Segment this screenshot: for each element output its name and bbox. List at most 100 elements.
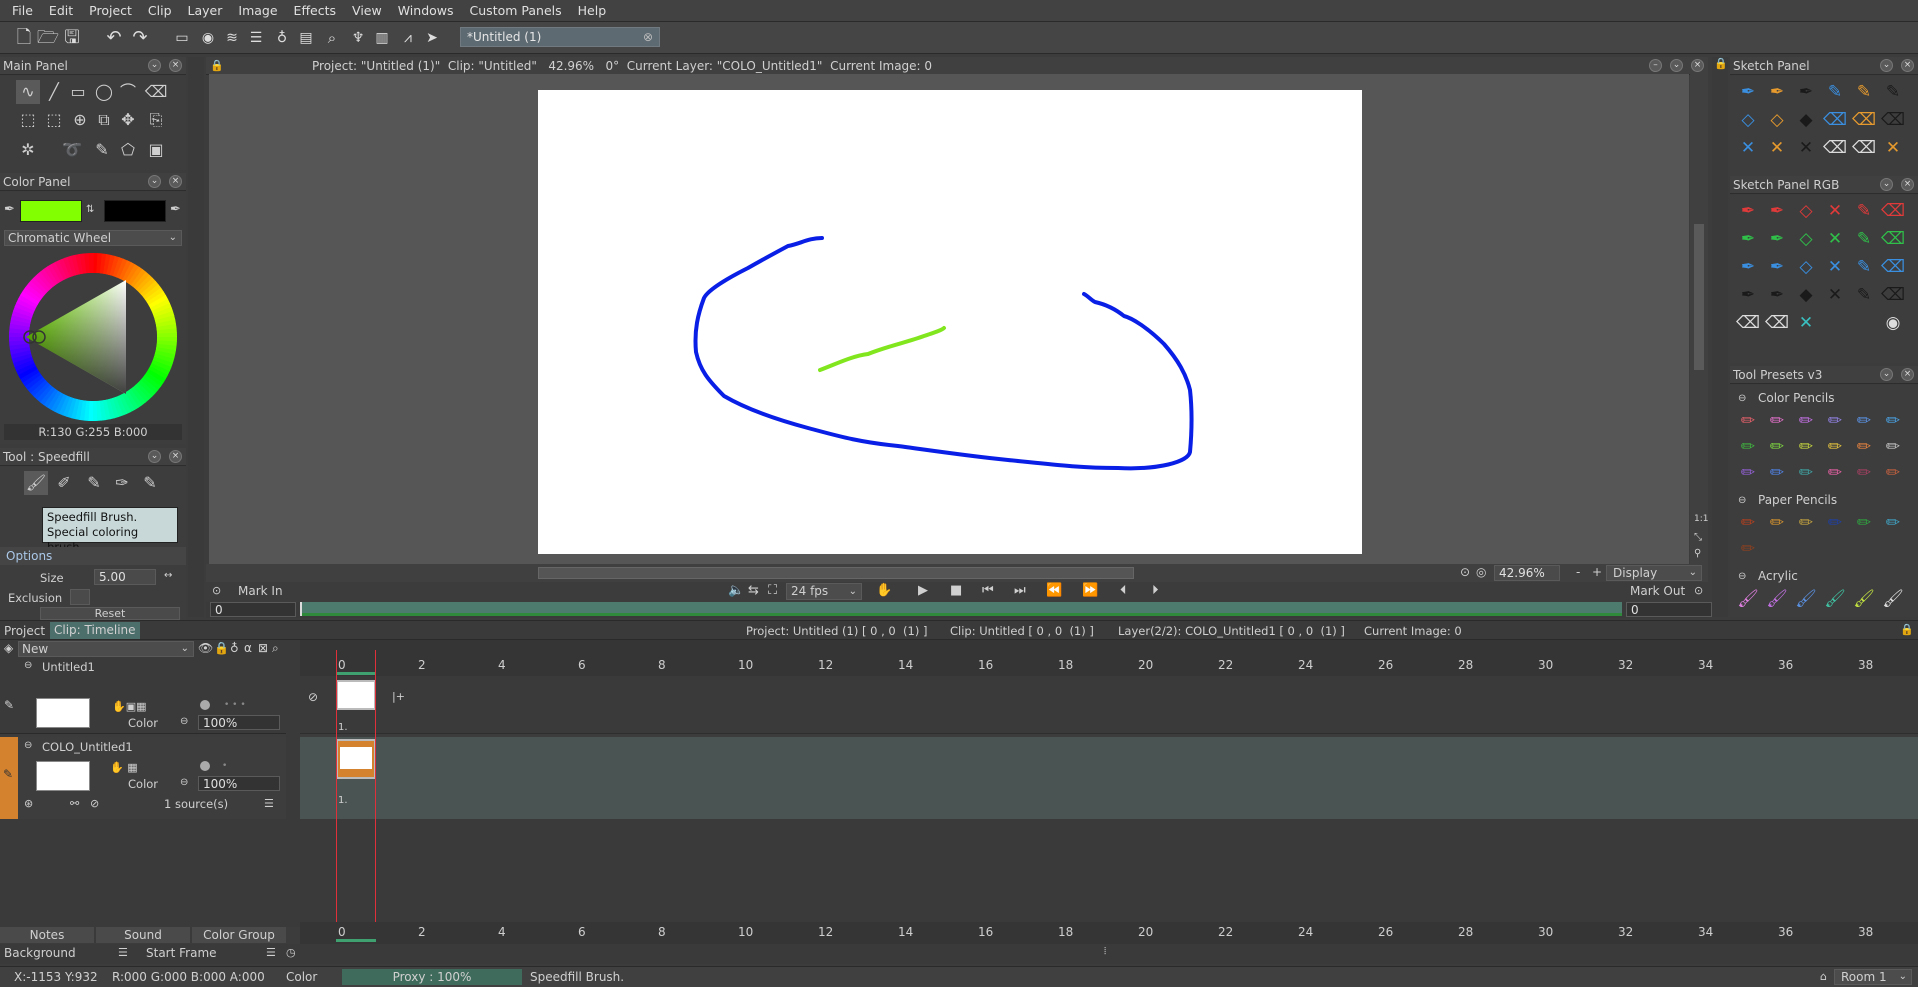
layer-stack-icon[interactable]: ◈ (4, 641, 13, 655)
light-icon[interactable]: ♁ (270, 26, 294, 50)
menu-windows[interactable]: Windows (390, 0, 462, 22)
zoom-input[interactable]: 42.96% (1494, 565, 1560, 581)
save-icon[interactable]: 🖫 (60, 26, 84, 50)
sketch-brush-icon[interactable]: ✎ (1823, 80, 1847, 104)
swap-colors-icon[interactable]: ⇅ (86, 204, 94, 215)
frame-track-1[interactable]: ⊘ |+ 1. (300, 676, 1918, 734)
layer-visibility-dot[interactable] (200, 700, 210, 710)
brush-tool-icon[interactable]: ∿ (16, 80, 40, 104)
alpha-icon[interactable]: α (244, 641, 252, 655)
color-pencil-icon[interactable]: ✏ (1852, 409, 1876, 433)
sketch-rgb-empty-slot[interactable] (1852, 311, 1876, 335)
panel-menu-icon[interactable]: ⌄ (148, 175, 161, 188)
color-wheel-icon[interactable]: ◉ (196, 26, 220, 50)
layer-opacity-input[interactable]: 100% (198, 715, 280, 730)
sketch-rgb-brush-icon[interactable]: ✎ (1852, 283, 1876, 307)
bezier-tool-icon[interactable]: ⌒ (116, 80, 140, 104)
fill-brush-icon[interactable]: ✐ (52, 471, 76, 495)
graph-icon[interactable]: ⩘ (396, 26, 420, 50)
collapse-icon[interactable]: ⊖ (24, 660, 32, 671)
fps-dropdown[interactable]: 24 fps ⌄ (786, 583, 862, 600)
frame-track-2[interactable]: 1. (300, 737, 1918, 819)
layer-row[interactable]: ✎ ✋▣▦ • • • Color ⊖ 100% (0, 676, 286, 734)
camera-tool-icon[interactable]: ⎘ (144, 108, 168, 132)
line-tool-icon[interactable]: ╱ (42, 80, 66, 104)
sketch-eraser-icon[interactable]: ⌫ (1852, 136, 1876, 160)
tab-color-group[interactable]: Color Group (192, 927, 286, 943)
stop-icon[interactable]: ■ (950, 583, 962, 598)
display-dropdown[interactable]: Display ⌄ (1606, 565, 1702, 581)
sketch-rgb-clear-icon[interactable]: ✕ (1823, 199, 1847, 223)
panel-menu-icon[interactable]: ⌄ (1880, 368, 1893, 381)
new-layer-dropdown[interactable]: New ⌄ (18, 641, 194, 657)
secondary-color-swatch[interactable] (104, 200, 166, 222)
panel-menu-icon[interactable]: ⌄ (148, 450, 161, 463)
layer-tools-icon[interactable]: ✋ ▦ (110, 761, 138, 774)
acrylic-brush-icon[interactable]: 🖌 (1765, 587, 1789, 611)
speedfill-brush-icon[interactable]: 🖌 (24, 471, 48, 495)
undo-icon[interactable]: ↶ (102, 26, 126, 50)
color-pencil-icon[interactable]: ✏ (1765, 409, 1789, 433)
empty-frame-icon[interactable]: ⊘ (308, 690, 318, 704)
right-splitter[interactable]: 🔒 (1712, 57, 1728, 617)
open-folder-icon[interactable]: 🗁 (36, 26, 60, 50)
previous-key-icon[interactable]: ⏪ (1046, 583, 1062, 598)
zoom-in-button[interactable]: + (1592, 565, 1602, 579)
extend-frame-icon[interactable]: |+ (392, 690, 405, 703)
tab-project[interactable]: Project (4, 624, 45, 638)
lock-icon[interactable]: 🔒 (214, 641, 229, 655)
lock-icon[interactable]: 🔒 (1900, 623, 1914, 636)
panel-close-icon[interactable]: × (1901, 368, 1914, 381)
time-slider[interactable] (300, 602, 1622, 616)
pencil-tool-icon[interactable]: ✎ (90, 138, 114, 162)
sketch-rgb-fill-icon[interactable]: ◇ (1794, 227, 1818, 251)
menu-effects[interactable]: Effects (286, 0, 345, 22)
lock-icon[interactable]: 🔒 (210, 57, 224, 75)
sketch-rgb-pen-icon[interactable]: ✒ (1736, 283, 1760, 307)
sketch-rgb-clear-icon[interactable]: ✕ (1823, 283, 1847, 307)
options-header[interactable]: Options (0, 547, 186, 565)
menu-layer[interactable]: Layer (180, 0, 231, 22)
layer-name[interactable]: COLO_Untitled1 (42, 740, 133, 754)
color-pencil-icon[interactable]: ✏ (1823, 461, 1847, 485)
collapse-icon[interactable]: ⊖ (24, 740, 32, 751)
eraser-tool-icon[interactable]: ⌫ (144, 80, 168, 104)
transform-tool-icon[interactable]: ⧉ (92, 108, 116, 132)
move-tool-icon[interactable]: ✥ (116, 108, 140, 132)
layers-icon[interactable]: ☰ (244, 26, 268, 50)
opacity-icon[interactable]: ⊖ (180, 777, 188, 788)
menu-view[interactable]: View (344, 0, 390, 22)
paper-pencil-icon[interactable]: ✏ (1881, 511, 1905, 535)
panel-minimize-icon[interactable]: – (1649, 59, 1662, 72)
paper-pencil-icon[interactable]: ✏ (1736, 511, 1760, 535)
sketch-eraser-icon[interactable]: ⌫ (1823, 136, 1847, 160)
eyedropper-icon[interactable]: ✒ (4, 202, 15, 217)
clapper-icon[interactable]: ▥ (370, 26, 394, 50)
zoom-reset-icon[interactable]: ⊙ (1460, 565, 1470, 579)
sketch-fill-icon[interactable]: ◇ (1765, 108, 1789, 132)
viewer-vertical-scrollbar[interactable]: 1:1 ⤡ ⚲ (1690, 74, 1708, 564)
sketch-fill-icon[interactable]: ◆ (1794, 108, 1818, 132)
grid-icon[interactable]: ⊠ (258, 641, 268, 655)
paper-pencil-icon[interactable]: ✏ (1794, 511, 1818, 535)
sketch-fill-icon[interactable]: ◇ (1736, 108, 1760, 132)
gesture-tool-icon[interactable]: ➰ (60, 138, 84, 162)
select-tool-icon[interactable]: ⬚ (16, 108, 40, 132)
lightbox-icon[interactable]: ▭ (170, 26, 194, 50)
sketch-rgb-clear-icon[interactable]: ✕ (1794, 311, 1818, 335)
sketch-rgb-pen-icon[interactable]: ✒ (1765, 227, 1789, 251)
brush-layer-icon[interactable]: ✎ (3, 767, 13, 781)
selected-layer-marker[interactable]: ✎ (0, 737, 18, 819)
eye-icon[interactable]: 👁 (198, 641, 213, 655)
timeline-splitter[interactable] (286, 640, 300, 927)
zoom-tool-icon[interactable]: ⊕ (68, 108, 92, 132)
sketch-eraser-icon[interactable]: ⌫ (1881, 108, 1905, 132)
paint-tool-icon[interactable]: ⬠ (116, 138, 140, 162)
panel-close-icon[interactable]: × (169, 175, 182, 188)
panel-menu-icon[interactable]: ⌄ (1880, 178, 1893, 191)
paper-pencil-icon[interactable]: ✏ (1823, 511, 1847, 535)
paper-pencil-icon[interactable]: ✏ (1852, 511, 1876, 535)
sketch-brush-icon[interactable]: ✎ (1881, 80, 1905, 104)
color-pencil-icon[interactable]: ✏ (1765, 461, 1789, 485)
sketch-rgb-eraser-icon[interactable]: ⌫ (1881, 255, 1905, 279)
